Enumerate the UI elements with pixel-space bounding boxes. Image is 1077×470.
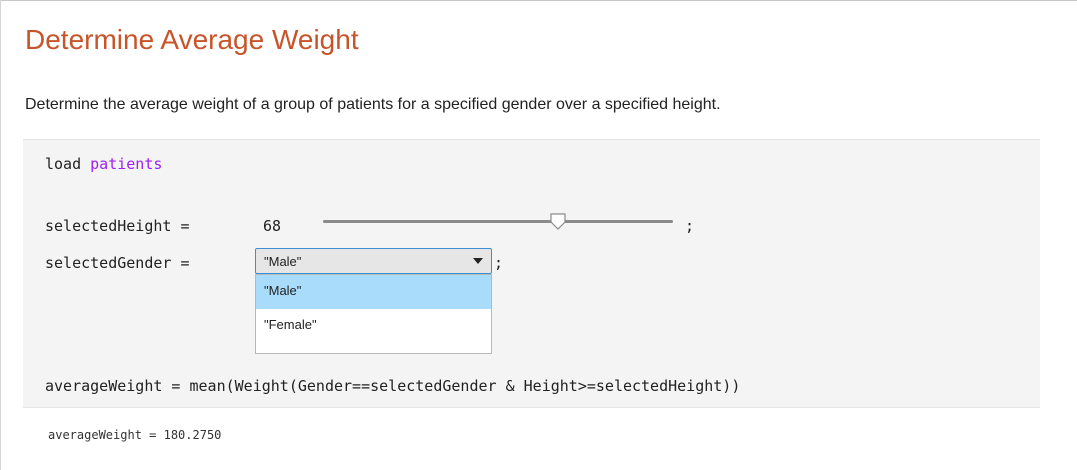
load-keyword: load bbox=[45, 155, 91, 173]
slider-thumb-icon bbox=[549, 213, 566, 230]
code-line-load: load patients bbox=[45, 155, 162, 173]
gender-semicolon: ; bbox=[494, 254, 504, 272]
gender-dropdown[interactable]: "Male" bbox=[255, 248, 492, 274]
dropdown-option-female[interactable]: "Female" bbox=[256, 309, 491, 343]
code-line-average: averageWeight = mean(Weight(Gender==sele… bbox=[45, 377, 741, 395]
frame-left-border bbox=[0, 0, 1, 470]
slider-track[interactable] bbox=[323, 220, 673, 223]
page-title: Determine Average Weight bbox=[25, 24, 359, 55]
code-line-gender-label: selectedGender = bbox=[45, 254, 190, 272]
frame-top-border bbox=[0, 0, 1077, 1]
description-text: Determine the average weight of a group … bbox=[25, 96, 721, 113]
height-slider[interactable] bbox=[323, 213, 673, 230]
dropdown-options-list: "Male" "Female" bbox=[255, 274, 492, 354]
chevron-down-icon[interactable] bbox=[473, 258, 483, 264]
dropdown-option-male[interactable]: "Male" bbox=[256, 275, 491, 309]
code-line-height-label: selectedHeight = bbox=[45, 217, 190, 235]
load-argument: patients bbox=[90, 155, 163, 173]
dropdown-selected-value: "Male" bbox=[264, 254, 302, 269]
code-block[interactable]: load patients selectedHeight = 68 ; sele… bbox=[23, 139, 1040, 408]
output-result: averageWeight = 180.2750 bbox=[48, 428, 222, 442]
slider-thumb[interactable] bbox=[549, 213, 567, 236]
height-value: 68 bbox=[263, 217, 282, 235]
height-semicolon: ; bbox=[685, 217, 695, 235]
